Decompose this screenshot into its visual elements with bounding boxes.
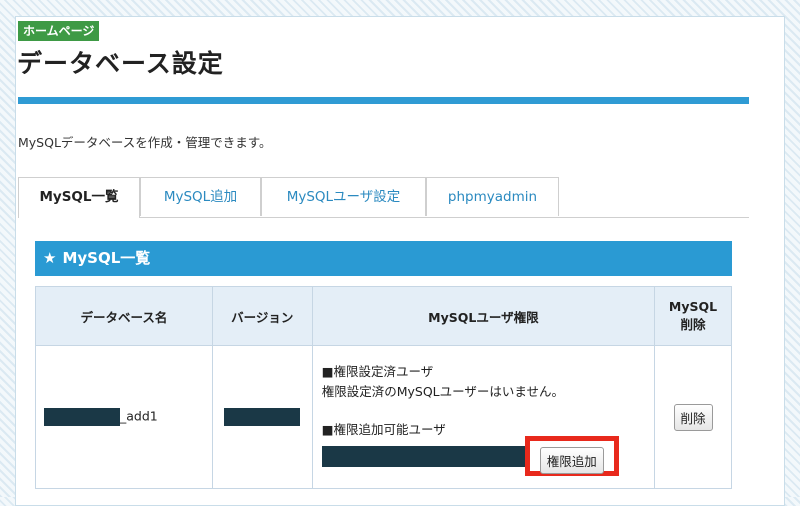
star-icon: ★ [43,249,57,267]
highlight-box: 権限追加 [524,436,619,476]
perm-add-row: 権限追加 [321,436,654,476]
redacted-user-select[interactable] [321,446,530,467]
column-header-dbname: データベース名 [35,286,213,346]
database-table: データベース名 バージョン MySQLユーザ権限 MySQL 削除 _add1 … [35,286,732,489]
column-header-delete-line2: 削除 [680,317,706,332]
table-row: _add1 ■権限設定済ユーザ 権限設定済のMySQLユーザーはいません。 ■権… [35,345,732,489]
tab-mysql-add[interactable]: MySQL追加 [140,177,261,216]
column-header-version: バージョン [211,286,313,346]
tab-bar: MySQL一覧 MySQL追加 MySQLユーザ設定 phpmyadmin [18,177,749,218]
tab-mysql-list[interactable]: MySQL一覧 [18,177,140,218]
add-permission-button[interactable]: 権限追加 [539,447,604,474]
perm-set-text: 権限設定済のMySQLユーザーはいません。 [321,384,565,399]
delete-cell: 削除 [654,345,732,489]
table-header-row: データベース名 バージョン MySQLユーザ権限 MySQL 削除 [35,286,732,346]
page-description: MySQLデータベースを作成・管理できます。 [18,135,272,150]
dbname-suffix: _add1 [120,408,158,424]
column-header-delete-line1: MySQL [668,299,718,314]
perm-set-heading: ■権限設定済ユーザ [321,364,434,379]
version-cell [211,345,313,489]
permissions-cell: ■権限設定済ユーザ 権限設定済のMySQLユーザーはいません。 ■権限追加可能ユ… [311,345,656,489]
title-divider [18,97,749,104]
column-header-permissions: MySQLユーザ権限 [311,286,656,346]
tab-phpmyadmin[interactable]: phpmyadmin [426,177,559,216]
dbname-cell: _add1 [35,345,213,489]
page-title: データベース設定 [17,49,224,78]
section-title: MySQL一覧 [62,249,151,267]
delete-button[interactable]: 削除 [673,403,713,431]
redacted-version [224,408,301,426]
home-badge: ホームページ [18,21,100,41]
redacted-dbname-prefix [44,408,120,426]
column-header-delete: MySQL 削除 [654,286,732,346]
tab-mysql-user-settings[interactable]: MySQLユーザ設定 [261,177,426,216]
section-header: ★ MySQL一覧 [35,241,732,276]
